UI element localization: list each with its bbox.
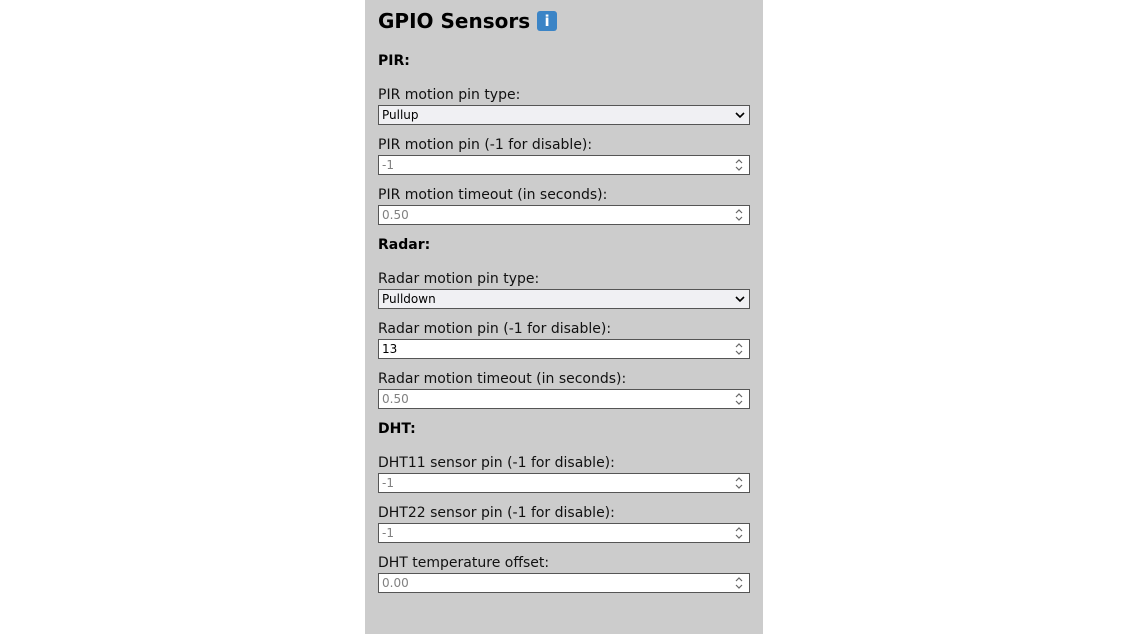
spinner-icon[interactable] bbox=[734, 391, 744, 407]
dht-offset-value: 0.00 bbox=[382, 576, 409, 590]
radar-heading: Radar: bbox=[378, 237, 431, 253]
pir-pin-type-field: PIR motion pin type: Pullup bbox=[378, 85, 750, 125]
pir-heading: PIR: bbox=[378, 53, 410, 69]
radar-pin-label: Radar motion pin (-1 for disable): bbox=[378, 321, 612, 337]
radar-pin-field: Radar motion pin (-1 for disable): 13 bbox=[378, 319, 750, 359]
radar-pin-type-field: Radar motion pin type: Pulldown bbox=[378, 269, 750, 309]
dht-offset-field: DHT temperature offset: 0.00 bbox=[378, 553, 750, 593]
dht22-pin-field: DHT22 sensor pin (-1 for disable): -1 bbox=[378, 503, 750, 543]
pir-pin-type-value: Pullup bbox=[382, 108, 419, 122]
pir-pin-input[interactable]: -1 bbox=[378, 155, 750, 175]
pir-pin-value: -1 bbox=[382, 158, 394, 172]
dht22-pin-label: DHT22 sensor pin (-1 for disable): bbox=[378, 505, 615, 521]
info-icon[interactable]: i bbox=[537, 11, 558, 31]
pir-timeout-value: 0.50 bbox=[382, 208, 409, 222]
dht22-pin-value: -1 bbox=[382, 526, 394, 540]
dht11-pin-label: DHT11 sensor pin (-1 for disable): bbox=[378, 455, 615, 471]
radar-pin-type-label: Radar motion pin type: bbox=[378, 271, 540, 287]
dht22-pin-input[interactable]: -1 bbox=[378, 523, 750, 543]
chevron-down-icon bbox=[735, 290, 745, 315]
pir-timeout-field: PIR motion timeout (in seconds): 0.50 bbox=[378, 185, 750, 225]
spinner-icon[interactable] bbox=[734, 475, 744, 491]
gpio-sensors-panel: GPIO Sensors i PIR: PIR motion pin type:… bbox=[365, 0, 763, 634]
radar-pin-input[interactable]: 13 bbox=[378, 339, 750, 359]
chevron-down-icon bbox=[735, 106, 745, 131]
dht11-pin-field: DHT11 sensor pin (-1 for disable): -1 bbox=[378, 453, 750, 493]
spinner-icon[interactable] bbox=[734, 525, 744, 541]
pir-timeout-input[interactable]: 0.50 bbox=[378, 205, 750, 225]
title-row: GPIO Sensors i bbox=[378, 0, 750, 42]
radar-timeout-value: 0.50 bbox=[382, 392, 409, 406]
radar-pin-value: 13 bbox=[382, 342, 398, 356]
page-title: GPIO Sensors bbox=[378, 9, 531, 33]
pir-pin-label: PIR motion pin (-1 for disable): bbox=[378, 137, 593, 153]
radar-timeout-input[interactable]: 0.50 bbox=[378, 389, 750, 409]
spinner-icon[interactable] bbox=[734, 157, 744, 173]
dht-offset-label: DHT temperature offset: bbox=[378, 555, 550, 571]
dht11-pin-value: -1 bbox=[382, 476, 394, 490]
radar-pin-type-value: Pulldown bbox=[382, 292, 436, 306]
radar-timeout-field: Radar motion timeout (in seconds): 0.50 bbox=[378, 369, 750, 409]
dht11-pin-input[interactable]: -1 bbox=[378, 473, 750, 493]
spinner-icon[interactable] bbox=[734, 575, 744, 591]
pir-pin-type-label: PIR motion pin type: bbox=[378, 87, 521, 103]
pir-timeout-label: PIR motion timeout (in seconds): bbox=[378, 187, 608, 203]
dht-offset-input[interactable]: 0.00 bbox=[378, 573, 750, 593]
dht-heading: DHT: bbox=[378, 421, 416, 437]
pir-pin-field: PIR motion pin (-1 for disable): -1 bbox=[378, 135, 750, 175]
spinner-icon[interactable] bbox=[734, 207, 744, 223]
radar-timeout-label: Radar motion timeout (in seconds): bbox=[378, 371, 627, 387]
radar-pin-type-select[interactable]: Pulldown bbox=[378, 289, 750, 309]
spinner-icon[interactable] bbox=[734, 341, 744, 357]
pir-pin-type-select[interactable]: Pullup bbox=[378, 105, 750, 125]
